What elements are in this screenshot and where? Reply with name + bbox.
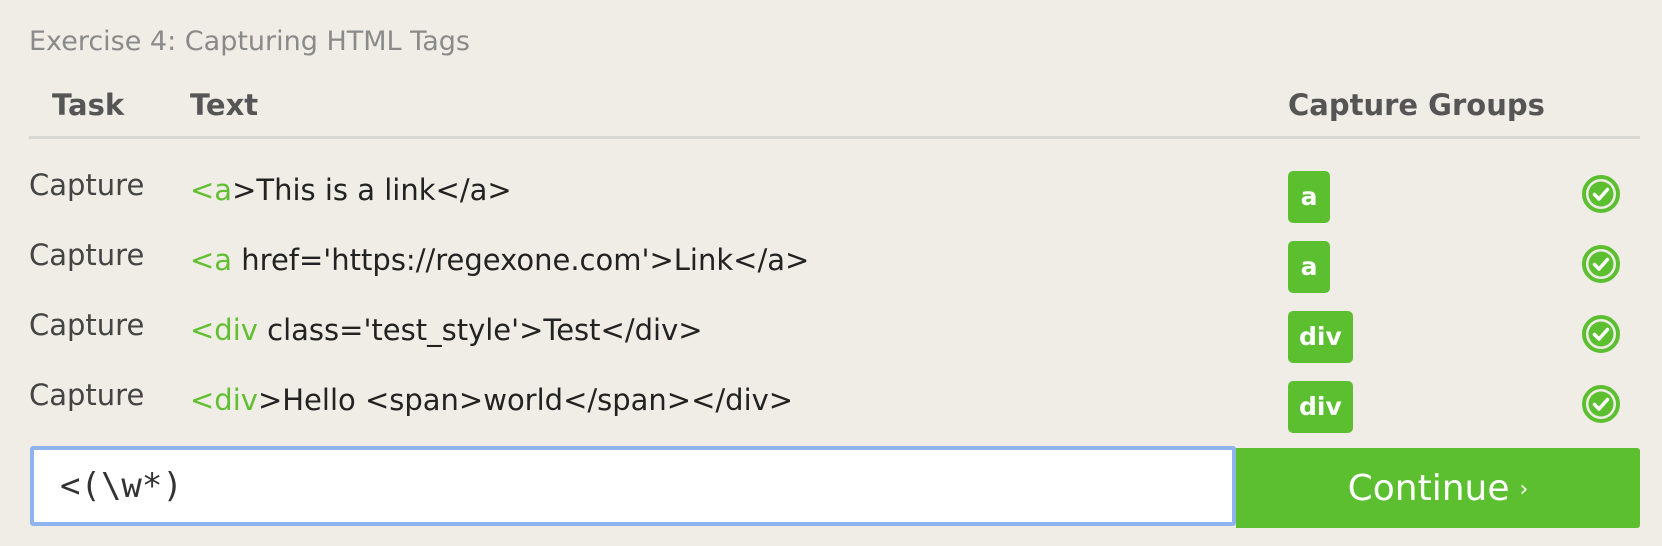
test-string: <div class='test_style'>Test</div> (190, 313, 703, 347)
check-circle-icon (1582, 385, 1620, 423)
task-label: Capture (29, 378, 145, 412)
task-label: Capture (29, 168, 145, 202)
table-row: Capture <div>Hello <span>world</span></d… (0, 360, 1662, 433)
column-header-text: Text (190, 88, 259, 122)
test-string: <a href='https://regexone.com'>Link</a> (190, 243, 809, 277)
continue-button[interactable]: Continue › (1236, 448, 1640, 528)
matched-highlight: <a (190, 173, 233, 207)
check-circle-icon (1582, 315, 1620, 353)
task-label: Capture (29, 238, 145, 272)
regex-input[interactable] (34, 450, 1232, 522)
matched-highlight: <a (190, 243, 233, 277)
chevron-right-icon: › (1519, 477, 1529, 502)
test-string-rest: >This is a link</a> (232, 173, 512, 207)
check-circle-icon (1582, 245, 1620, 283)
test-string-rest: href='https://regexone.com'>Link</a> (232, 243, 810, 277)
table-row: Capture <a>This is a link</a> a (0, 150, 1662, 223)
column-header-task: Task (52, 88, 125, 122)
check-circle-icon (1582, 175, 1620, 213)
matched-highlight: <div (190, 313, 258, 347)
header-divider (29, 136, 1640, 139)
regex-input-wrapper (30, 446, 1236, 526)
column-header-capture-groups: Capture Groups (1288, 88, 1545, 122)
table-row: Capture <a href='https://regexone.com'>L… (0, 220, 1662, 293)
test-string: <div>Hello <span>world</span></div> (190, 383, 793, 417)
test-string-rest: class='test_style'>Test</div> (257, 313, 703, 347)
capture-group-badge: div (1288, 311, 1353, 363)
matched-highlight: <div (190, 383, 258, 417)
regex-exercise-page: Exercise 4: Capturing HTML Tags Task Tex… (0, 0, 1662, 546)
table-row: Capture <div class='test_style'>Test</di… (0, 290, 1662, 363)
capture-group-badge: div (1288, 381, 1353, 433)
exercise-title: Exercise 4: Capturing HTML Tags (29, 26, 470, 57)
task-label: Capture (29, 308, 145, 342)
capture-group-badge: a (1288, 171, 1330, 223)
test-string: <a>This is a link</a> (190, 173, 512, 207)
continue-label: Continue (1347, 468, 1510, 509)
capture-group-badge: a (1288, 241, 1330, 293)
test-string-rest: >Hello <span>world</span></div> (257, 383, 794, 417)
